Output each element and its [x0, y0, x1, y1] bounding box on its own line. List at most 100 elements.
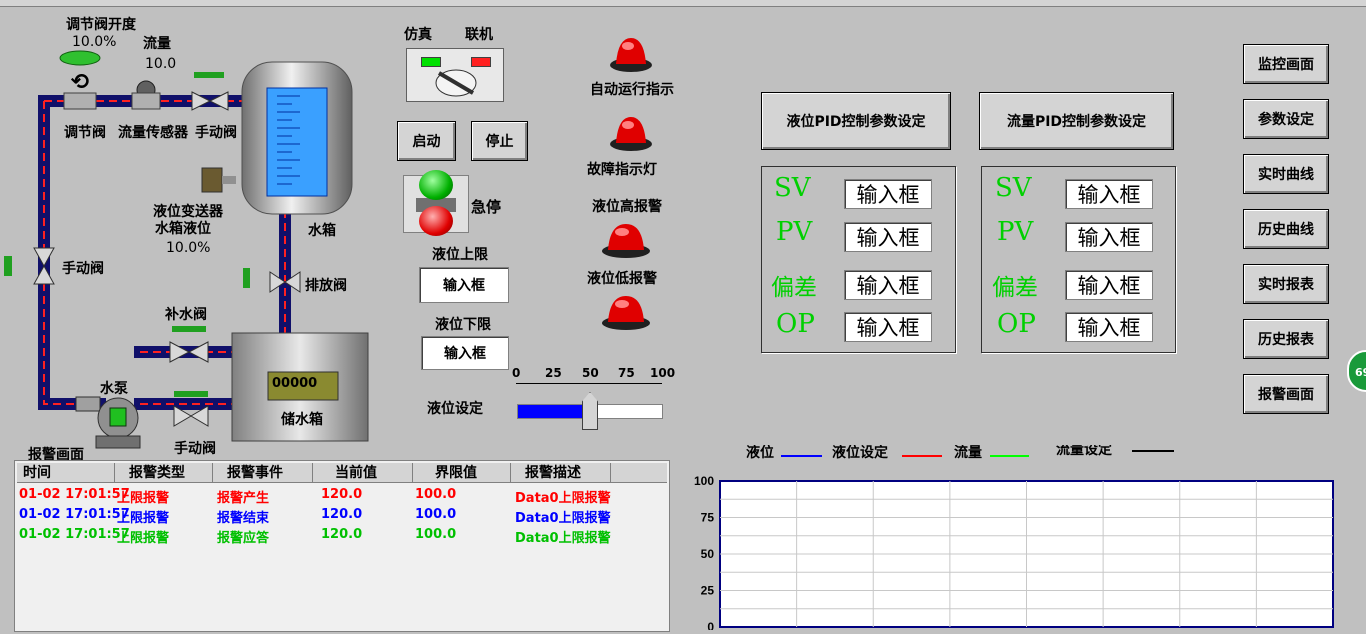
- nav-realtime-curve-button[interactable]: 实时曲线: [1243, 154, 1329, 194]
- slider-scale: 0 25 50 75 100: [512, 366, 675, 390]
- level-set-label: 液位设定: [427, 401, 483, 417]
- slider-tick-label: 0: [512, 366, 521, 380]
- flow-err-label: 偏差: [992, 275, 1038, 301]
- drain-valve-label: 排放阀: [305, 278, 347, 294]
- col-header-time: 时间: [17, 463, 115, 483]
- fault-lamp-icon: [610, 117, 652, 151]
- y-tick-label: 50: [701, 547, 715, 561]
- level-pid-button[interactable]: 液位PID控制参数设定: [761, 92, 951, 150]
- online-label: 联机: [465, 27, 493, 43]
- cell-event: 报警产生: [217, 491, 270, 506]
- cell-desc: Data0上限报警: [515, 491, 611, 506]
- level-sv-label: SV: [774, 173, 811, 203]
- y-tick-label: 75: [701, 511, 715, 525]
- level-pid-panel: SV 输入框 PV 输入框 偏差 输入框 OP 输入框: [761, 166, 956, 353]
- cell-limit: 100.0: [415, 487, 457, 502]
- manual-valve-left-label: 手动阀: [62, 261, 104, 277]
- nav-history-report-button[interactable]: 历史报表: [1243, 319, 1329, 359]
- trend-chart: 1007550250MM:SSMM:SSMM:SSMM:SSMM:SS液位液位设…: [680, 441, 1360, 634]
- slider-tick-label: 75: [618, 366, 635, 380]
- online-led-icon: [471, 57, 491, 67]
- cell-event: 报警应答: [217, 531, 270, 546]
- col-header-event: 报警事件: [213, 463, 313, 483]
- alarm-table: 时间 报警类型 报警事件 当前值 界限值 报警描述 01-02 17:01:57…: [14, 460, 670, 632]
- cell-event: 报警结束: [217, 511, 270, 526]
- level-high-input[interactable]: 输入框: [419, 267, 509, 303]
- storage-tank-label: 储水箱: [281, 412, 323, 428]
- cell-current: 120.0: [321, 507, 363, 522]
- cell-type: 上限报警: [117, 531, 170, 546]
- estop-switch[interactable]: [403, 170, 469, 236]
- level-pv-label: PV: [776, 217, 813, 247]
- level-high-alarm-lamp-icon: [602, 224, 650, 258]
- flow-sv-input[interactable]: 输入框: [1065, 179, 1153, 209]
- flow-label: 流量: [143, 36, 171, 52]
- cell-type: 上限报警: [117, 491, 170, 506]
- level-high-alarm-label: 液位高报警: [592, 199, 662, 215]
- flow-err-input[interactable]: 输入框: [1065, 270, 1153, 300]
- level-sv-input[interactable]: 输入框: [844, 179, 932, 209]
- nav-alarm-button[interactable]: 报警画面: [1243, 374, 1329, 414]
- estop-label: 急停: [471, 198, 502, 216]
- flow-op-input[interactable]: 输入框: [1065, 312, 1153, 342]
- nav-params-button[interactable]: 参数设定: [1243, 99, 1329, 139]
- level-op-input[interactable]: 输入框: [844, 312, 932, 342]
- nav-realtime-report-button[interactable]: 实时报表: [1243, 264, 1329, 304]
- fault-label: 故障指示灯: [587, 162, 657, 178]
- water-tank-label: 水箱: [308, 223, 336, 239]
- svg-text:⟲: ⟲: [71, 70, 89, 95]
- level-pv-input[interactable]: 输入框: [844, 222, 932, 252]
- cell-current: 120.0: [321, 487, 363, 502]
- slider-thumb[interactable]: [582, 392, 598, 430]
- tank-level-value: 10.0%: [166, 240, 211, 256]
- level-err-input[interactable]: 输入框: [844, 270, 932, 300]
- flow-pid-panel: SV 输入框 PV 输入框 偏差 输入框 OP 输入框: [981, 166, 1176, 353]
- level-low-label: 液位下限: [435, 317, 491, 333]
- flow-op-label: OP: [997, 309, 1036, 339]
- mode-switch[interactable]: [406, 48, 504, 102]
- slider-tick-label: 25: [545, 366, 562, 380]
- level-low-input[interactable]: 输入框: [421, 336, 509, 370]
- level-low-alarm-lamp-icon: [602, 296, 650, 330]
- col-header-current: 当前值: [313, 463, 413, 483]
- legend-label: 液位: [746, 445, 774, 460]
- y-tick-label: 0: [707, 620, 714, 630]
- makeup-valve-label: 补水阀: [165, 307, 207, 323]
- level-high-label: 液位上限: [432, 247, 488, 263]
- sim-label: 仿真: [404, 27, 432, 43]
- flow-sensor-label: 流量传感器: [118, 125, 188, 141]
- side-badge[interactable]: 69: [1347, 350, 1366, 392]
- slider-tick-label: 50: [582, 366, 599, 380]
- cell-limit: 100.0: [415, 507, 457, 522]
- level-err-label: 偏差: [771, 275, 817, 301]
- cell-desc: Data0上限报警: [515, 531, 611, 546]
- storage-display: 00000: [272, 376, 318, 391]
- pump-label: 水泵: [100, 381, 128, 397]
- valve-opening-label: 调节阀开度: [66, 17, 136, 33]
- level-op-label: OP: [776, 309, 815, 339]
- regulating-valve-actuator-icon: [59, 50, 101, 66]
- nav-monitor-button[interactable]: 监控画面: [1243, 44, 1329, 84]
- slider-fill: [518, 405, 590, 418]
- y-tick-label: 25: [701, 584, 715, 598]
- level-low-alarm-label: 液位低报警: [587, 271, 657, 287]
- trend-chart-svg: 1007550250MM:SSMM:SSMM:SSMM:SSMM:SS液位液位设…: [694, 441, 1334, 634]
- flow-pid-button[interactable]: 流量PID控制参数设定: [979, 92, 1174, 150]
- flow-pv-input[interactable]: 输入框: [1065, 222, 1153, 252]
- manual-valve-top-label: 手动阀: [195, 125, 237, 141]
- start-button[interactable]: 启动: [397, 121, 456, 161]
- water-tank-level-glass: [266, 87, 328, 197]
- slider-tick-label: 100: [650, 366, 676, 380]
- col-header-desc: 报警描述: [511, 463, 611, 483]
- nav-history-curve-button[interactable]: 历史曲线: [1243, 209, 1329, 249]
- stop-button[interactable]: 停止: [471, 121, 528, 161]
- manual-valve-bottom-label: 手动阀: [174, 441, 216, 457]
- flow-pv-label: PV: [997, 217, 1034, 247]
- cell-limit: 100.0: [415, 527, 457, 542]
- sim-led-icon: [421, 57, 441, 67]
- auto-run-label: 自动运行指示: [590, 82, 674, 98]
- regulating-valve-label: 调节阀: [64, 125, 106, 141]
- red-button-icon: [419, 206, 453, 236]
- legend-label: 流量设定: [1056, 445, 1112, 457]
- flow-value: 10.0: [145, 56, 177, 72]
